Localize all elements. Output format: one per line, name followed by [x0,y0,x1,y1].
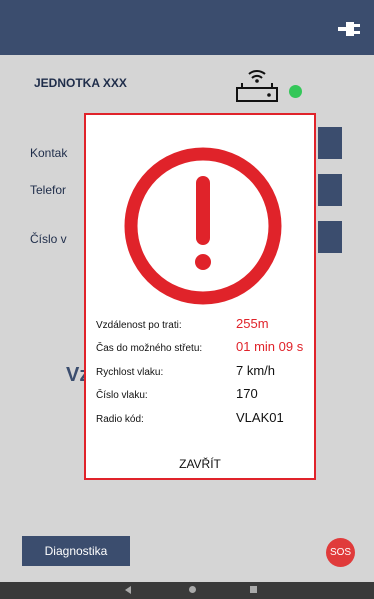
sos-button[interactable]: SOS [326,538,355,567]
info-row-distance: Vzdálenost po trati: 255m [96,309,312,333]
recents-icon[interactable] [250,586,257,593]
number-label: Číslo v [30,232,67,246]
phone-button[interactable] [318,174,342,206]
info-row-time-to-collision: Čas do možného střetu: 01 min 09 s [96,333,312,357]
system-navigation-bar [0,582,374,599]
phone-label: Telefor [30,183,67,197]
top-app-bar [0,0,374,55]
train-number-value: 170 [236,386,258,401]
time-to-collision-label: Čas do možného střetu: [96,343,203,354]
radio-code-label: Radio kód: [96,413,144,425]
unit-label: JEDNOTKA XXX [34,76,127,90]
router-wifi-icon [236,70,278,102]
close-button[interactable]: ZAVŘÍT [86,457,314,471]
time-to-collision-value: 01 min 09 s [236,339,304,354]
status-indicator [289,85,302,98]
train-speed-value: 7 km/h [236,362,276,378]
info-row-train-speed: Rychlost vlaku: 7 km/h [96,356,312,380]
distance-value: 255m [236,315,269,331]
home-icon[interactable] [189,586,196,593]
collision-alert-dialog: Vzdálenost po trati: 255m Čas do možného… [84,113,316,480]
alert-exclamation-icon [124,147,282,305]
contact-label: Kontak [30,146,68,160]
info-row-train-number: Číslo vlaku: 170 [96,380,312,404]
number-button[interactable] [318,221,342,253]
contact-button[interactable] [318,127,342,159]
train-speed-label: Rychlost vlaku: [96,366,164,378]
back-icon[interactable] [125,586,131,594]
alert-info-list: Vzdálenost po trati: 255m Čas do možného… [96,309,312,427]
radio-code-value: VLAK01 [236,409,284,425]
train-number-label: Číslo vlaku: [96,390,148,401]
plug-icon[interactable] [336,16,362,42]
info-row-radio-code: Radio kód: VLAK01 [96,403,312,427]
diagnostics-button[interactable]: Diagnostika [22,536,130,566]
distance-label: Vzdálenost po trati: [96,319,182,331]
